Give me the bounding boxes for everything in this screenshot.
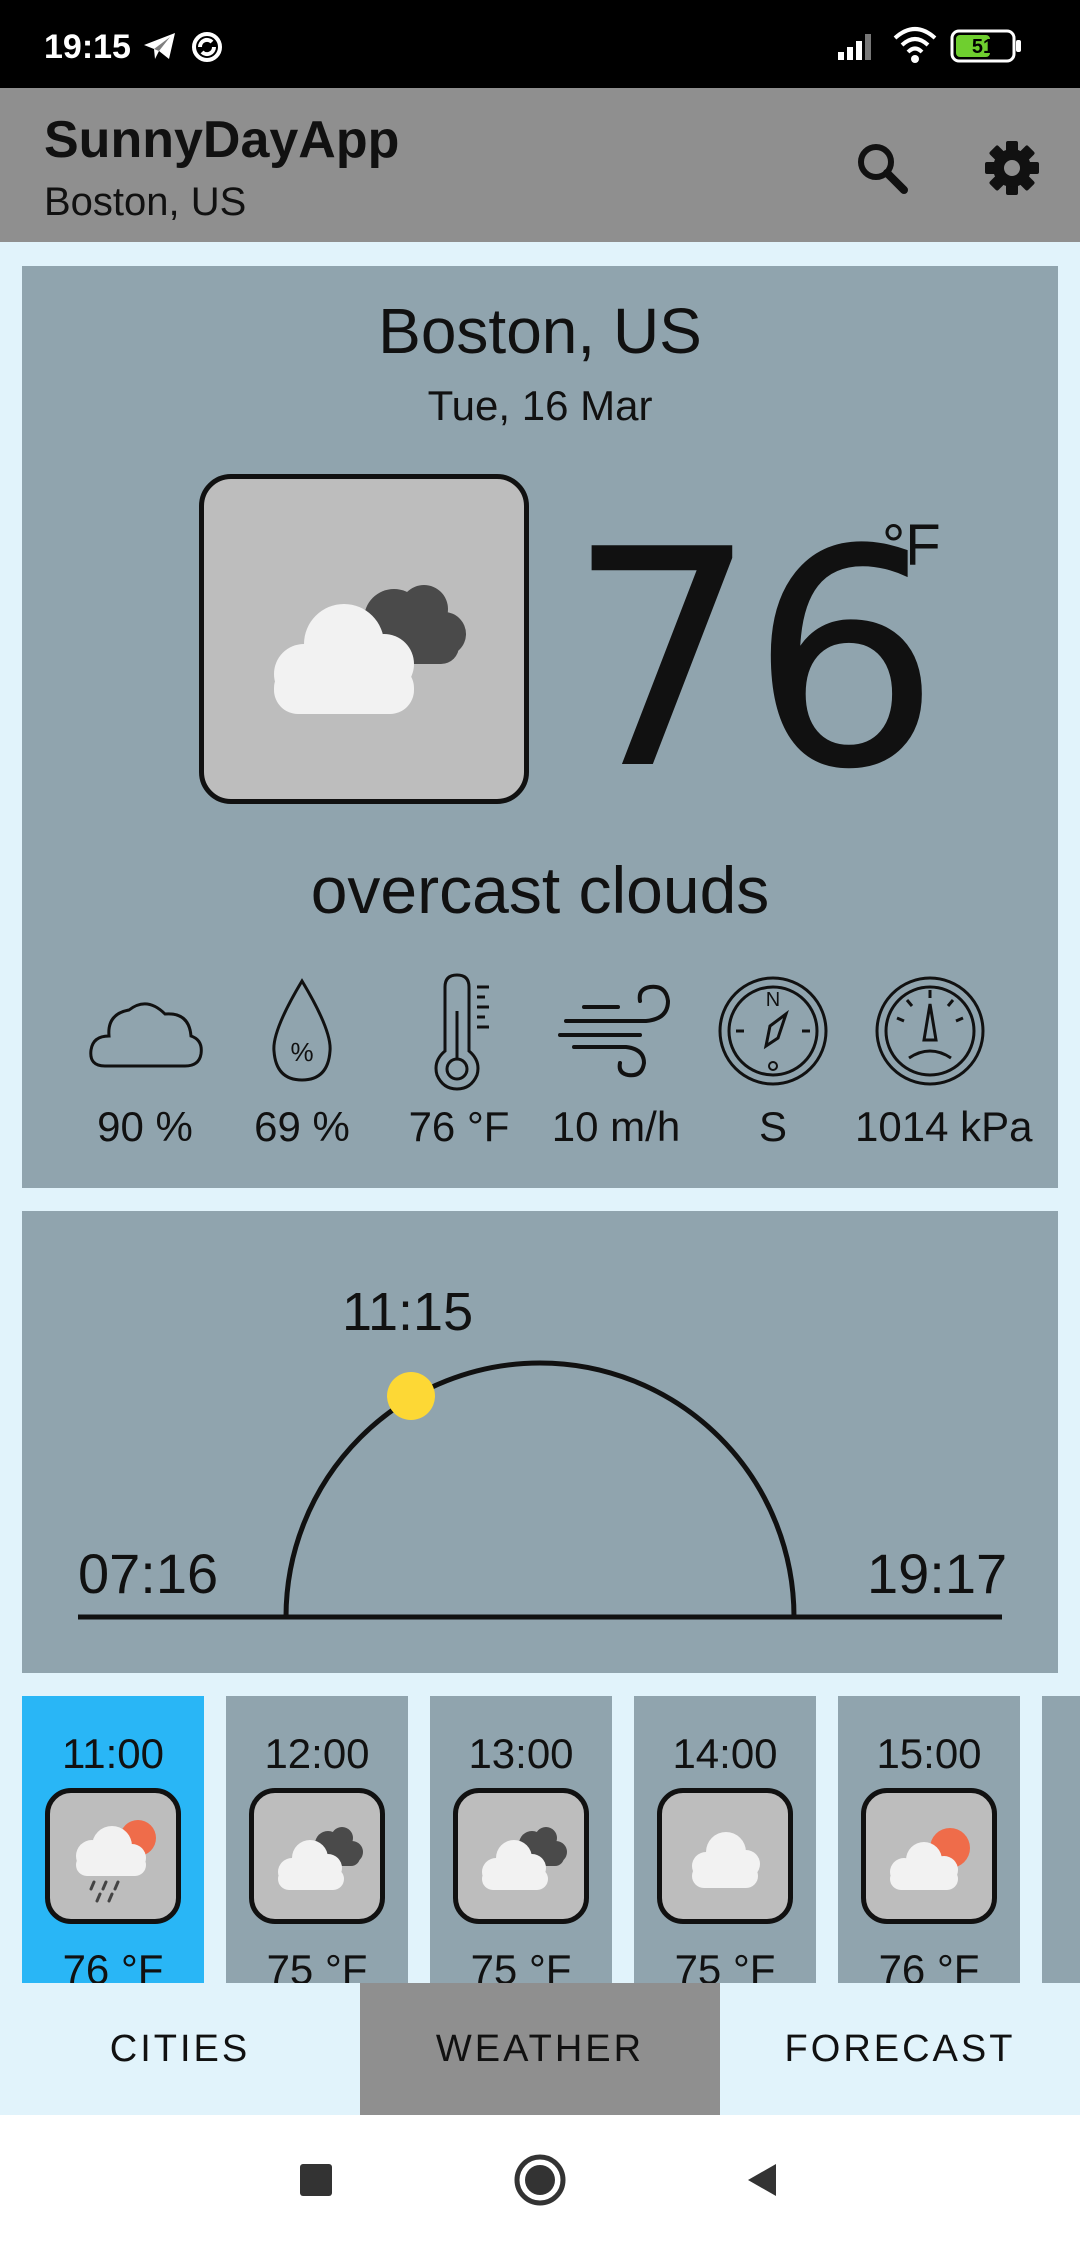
hourly-item[interactable]: 13:00 75 °F [430, 1696, 612, 1983]
hour-time: 15:00 [876, 1730, 982, 1777]
hourly-item[interactable]: 11:00 76 °F [22, 1696, 204, 1983]
back-triangle-icon [748, 2164, 776, 2196]
cloud-icon [692, 1832, 760, 1888]
settings-button[interactable] [972, 128, 1052, 208]
barometer-gauge-icon [875, 976, 985, 1086]
hourly-item[interactable]: 14:00 75 °F [634, 1696, 816, 1983]
metric-value: S [758, 1103, 787, 1150]
hour-icon-box [453, 1788, 589, 1924]
metric-value: 1014 kPa [855, 1103, 1033, 1150]
tab-cities[interactable]: CITIES [0, 1983, 360, 2115]
hour-icon-box [657, 1788, 793, 1924]
signal-icon [836, 30, 878, 62]
sun-cloud-icon [890, 1828, 970, 1890]
home-button[interactable] [505, 2145, 575, 2215]
app-title: SunnyDayApp [44, 111, 400, 169]
status-time: 19:15 [44, 28, 131, 66]
current-temperature: 76 [567, 486, 941, 835]
hour-icon-box [45, 1788, 181, 1924]
temperature-unit: °F [882, 513, 941, 578]
battery-icon: 51 [950, 28, 1024, 64]
tab-forecast[interactable]: FORECAST [720, 1983, 1080, 2115]
hour-temp: 75 °F [470, 1946, 572, 1983]
app-bar: SunnyDayApp Boston, US [0, 88, 1080, 242]
hour-temp: 75 °F [674, 1946, 776, 1983]
back-button[interactable] [727, 2145, 797, 2215]
app-subtitle: Boston, US [44, 180, 247, 224]
broken-clouds-icon [482, 1827, 567, 1890]
current-date: Tue, 16 Mar [427, 382, 653, 429]
svg-text:%: % [290, 1037, 313, 1067]
search-icon [858, 144, 908, 194]
metric-value: 76 °F [408, 1103, 510, 1150]
search-button[interactable] [842, 128, 922, 208]
sunset-time: 19:17 [867, 1542, 1008, 1605]
metric-value: 69 % [254, 1103, 350, 1150]
metric-feels-like: 76 °F [384, 971, 534, 1151]
home-circle-icon [514, 2154, 566, 2206]
hour-time: 13:00 [468, 1730, 574, 1777]
hour-time: 14:00 [672, 1730, 778, 1777]
hourly-item-partial[interactable] [1042, 1696, 1080, 1983]
recents-square-icon [300, 2164, 332, 2196]
humidity-drop-icon: % [272, 978, 332, 1082]
status-bar: 19:15 51 [0, 0, 1080, 88]
weather-description: overcast clouds [310, 853, 770, 927]
hour-time: 12:00 [264, 1730, 370, 1777]
sunrise-time: 07:16 [78, 1542, 219, 1605]
battery-level: 51 [972, 36, 994, 58]
weather-icon-box [199, 474, 529, 804]
hour-temp: 76 °F [62, 1946, 164, 1983]
hour-temp: 76 °F [878, 1946, 980, 1983]
telegram-icon [142, 30, 178, 62]
broken-clouds-icon [274, 585, 466, 714]
system-nav-bar [0, 2115, 1080, 2246]
metric-wind-direction: N S [698, 971, 848, 1151]
metric-humidity: % 69 % [227, 971, 377, 1151]
sun-position-marker [387, 1372, 435, 1420]
metric-value: 90 % [97, 1103, 193, 1150]
hour-time: 11:00 [62, 1730, 164, 1777]
current-weather-card: Boston, US Tue, 16 Mar 76 °F overcast cl… [22, 266, 1058, 1188]
cloud-outline-icon [89, 1002, 203, 1068]
hour-icon-box [249, 1788, 385, 1924]
svg-text:N: N [766, 989, 780, 1011]
city-name: Boston, US [378, 295, 702, 367]
metric-pressure: 1014 kPa [855, 971, 1033, 1151]
sun-path-card: 11:15 07:16 19:17 [22, 1211, 1058, 1673]
rain-sun-cloud-icon [76, 1820, 156, 1903]
bottom-tab-bar: CITIES WEATHER FORECAST [0, 1983, 1080, 2115]
tab-weather[interactable]: WEATHER [360, 1983, 720, 2115]
recents-button[interactable] [281, 2145, 351, 2215]
hour-temp: 75 °F [266, 1946, 368, 1983]
broken-clouds-icon [278, 1827, 363, 1890]
hour-icon-box [861, 1788, 997, 1924]
hourly-item[interactable]: 15:00 76 °F [838, 1696, 1020, 1983]
compass-icon: N [718, 976, 828, 1086]
metric-wind-speed: 10 m/h [541, 971, 691, 1151]
wifi-icon [892, 26, 938, 64]
wind-icon [558, 984, 671, 1078]
metric-cloudiness: 90 % [70, 971, 220, 1151]
hourly-forecast-list[interactable]: 11:00 76 °F 12:00 75 °F 13:00 75 °F 14:0… [22, 1696, 1080, 1983]
settings-gear-icon [985, 141, 1039, 195]
current-time-label: 11:15 [342, 1282, 474, 1342]
thermometer-icon [434, 973, 489, 1091]
hourly-item[interactable]: 12:00 75 °F [226, 1696, 408, 1983]
sync-icon [190, 30, 224, 64]
metric-value: 10 m/h [551, 1103, 681, 1150]
